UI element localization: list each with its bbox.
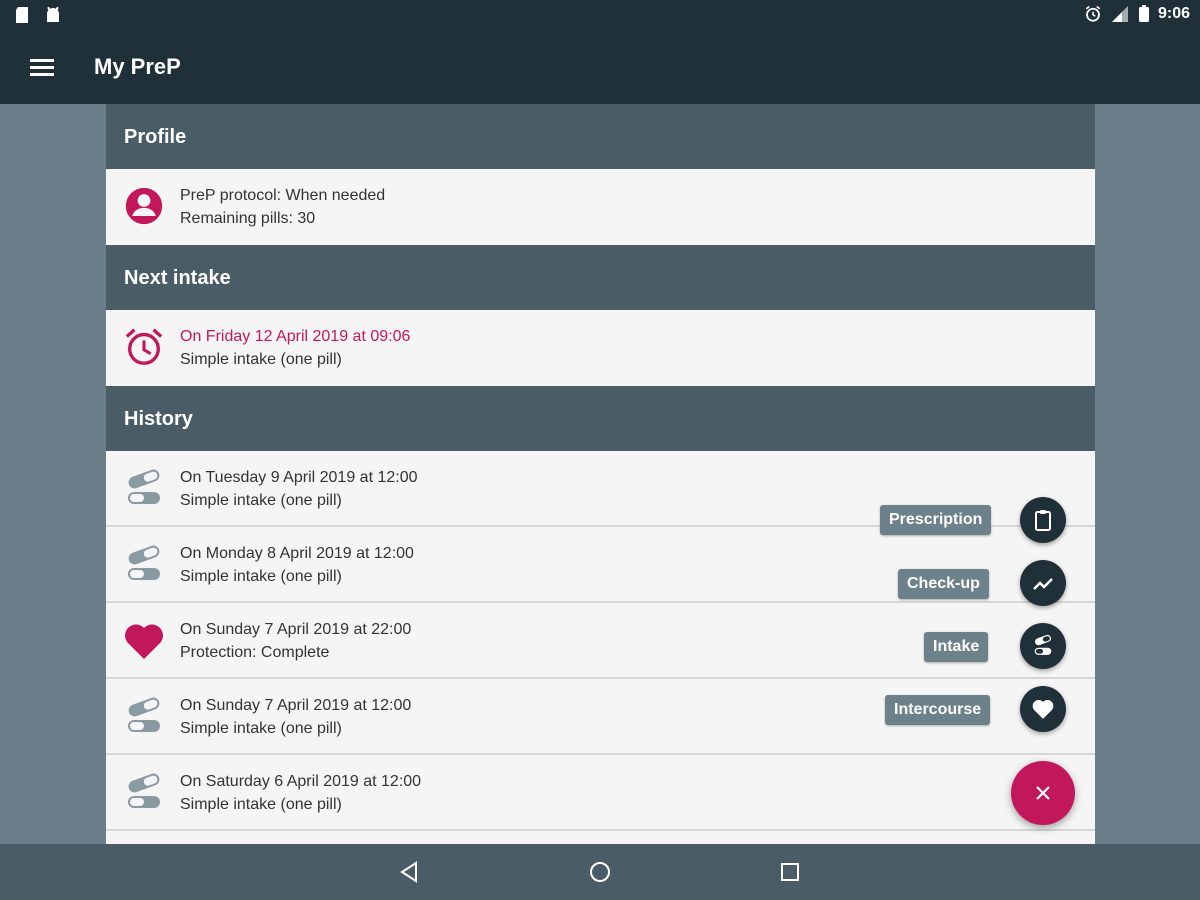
- checkup-label[interactable]: Check-up: [898, 569, 989, 599]
- status-bar: 9:06: [0, 0, 1200, 32]
- sd-card-icon: [16, 7, 28, 23]
- history-date: On Monday 8 April 2019 at 12:00: [180, 545, 414, 562]
- intake-button[interactable]: [1020, 623, 1066, 669]
- heart-icon: [1032, 700, 1054, 719]
- status-time: 9:06: [1157, 5, 1190, 22]
- alarm-clock-icon: [125, 328, 163, 365]
- recents-icon[interactable]: [776, 858, 804, 886]
- clipboard-icon: [1035, 510, 1051, 531]
- pill-icon: [128, 697, 160, 732]
- history-detail: Protection: Complete: [180, 644, 330, 661]
- history-header: History: [106, 386, 1095, 451]
- profile-header: Profile: [106, 104, 1095, 169]
- account-icon: [125, 187, 163, 225]
- home-icon[interactable]: [586, 858, 614, 886]
- pill-icon: [128, 545, 160, 580]
- remaining-pills-text: Remaining pills: 30: [180, 210, 316, 227]
- protocol-text: PreP protocol: When needed: [180, 187, 386, 204]
- navigation-bar: [0, 844, 1200, 900]
- pill-icon: [128, 469, 160, 504]
- intercourse-button[interactable]: [1020, 686, 1066, 732]
- page-title: My PreP: [94, 54, 181, 79]
- pill-icon: [1034, 634, 1052, 655]
- alarm-icon: [1085, 5, 1101, 22]
- history-detail: Simple intake (one pill): [180, 720, 342, 737]
- history-detail: Simple intake (one pill): [180, 492, 342, 509]
- next-intake-header: Next intake: [106, 245, 1095, 310]
- history-date: On Saturday 6 April 2019 at 12:00: [180, 773, 422, 790]
- intercourse-label[interactable]: Intercourse: [885, 695, 991, 725]
- back-icon[interactable]: [396, 858, 424, 886]
- signal-icon: [1111, 6, 1128, 22]
- menu-icon[interactable]: [28, 54, 56, 82]
- close-icon: [1036, 786, 1050, 800]
- trending-up-icon: [1033, 578, 1053, 590]
- next-intake-type: Simple intake (one pill): [180, 351, 342, 368]
- history-date: On Tuesday 9 April 2019 at 12:00: [180, 469, 418, 486]
- pill-icon: [128, 773, 160, 808]
- profile-row[interactable]: PreP protocol: When needed Remaining pil…: [106, 169, 1095, 245]
- history-row[interactable]: On Saturday 6 April 2019 at 12:00 Simple…: [106, 755, 1095, 831]
- battery-icon: [1138, 5, 1149, 22]
- prescription-button[interactable]: [1020, 497, 1066, 543]
- history-detail: Simple intake (one pill): [180, 568, 342, 585]
- history-detail: Simple intake (one pill): [180, 796, 342, 813]
- main-content[interactable]: Profile PreP protocol: When needed Remai…: [106, 104, 1095, 844]
- history-date: On Sunday 7 April 2019 at 12:00: [180, 697, 412, 714]
- next-intake-row[interactable]: On Friday 12 April 2019 at 09:06 Simple …: [106, 310, 1095, 386]
- app-bar: My PreP: [0, 32, 1200, 104]
- intake-label[interactable]: Intake: [924, 632, 989, 662]
- android-icon: [47, 6, 59, 22]
- history-date: On Sunday 7 April 2019 at 22:00: [180, 621, 412, 638]
- checkup-button[interactable]: [1020, 560, 1066, 606]
- next-intake-date: On Friday 12 April 2019 at 09:06: [180, 328, 411, 345]
- prescription-label[interactable]: Prescription: [880, 505, 992, 535]
- close-speed-dial-button[interactable]: [1011, 761, 1075, 825]
- heart-icon: [125, 624, 163, 659]
